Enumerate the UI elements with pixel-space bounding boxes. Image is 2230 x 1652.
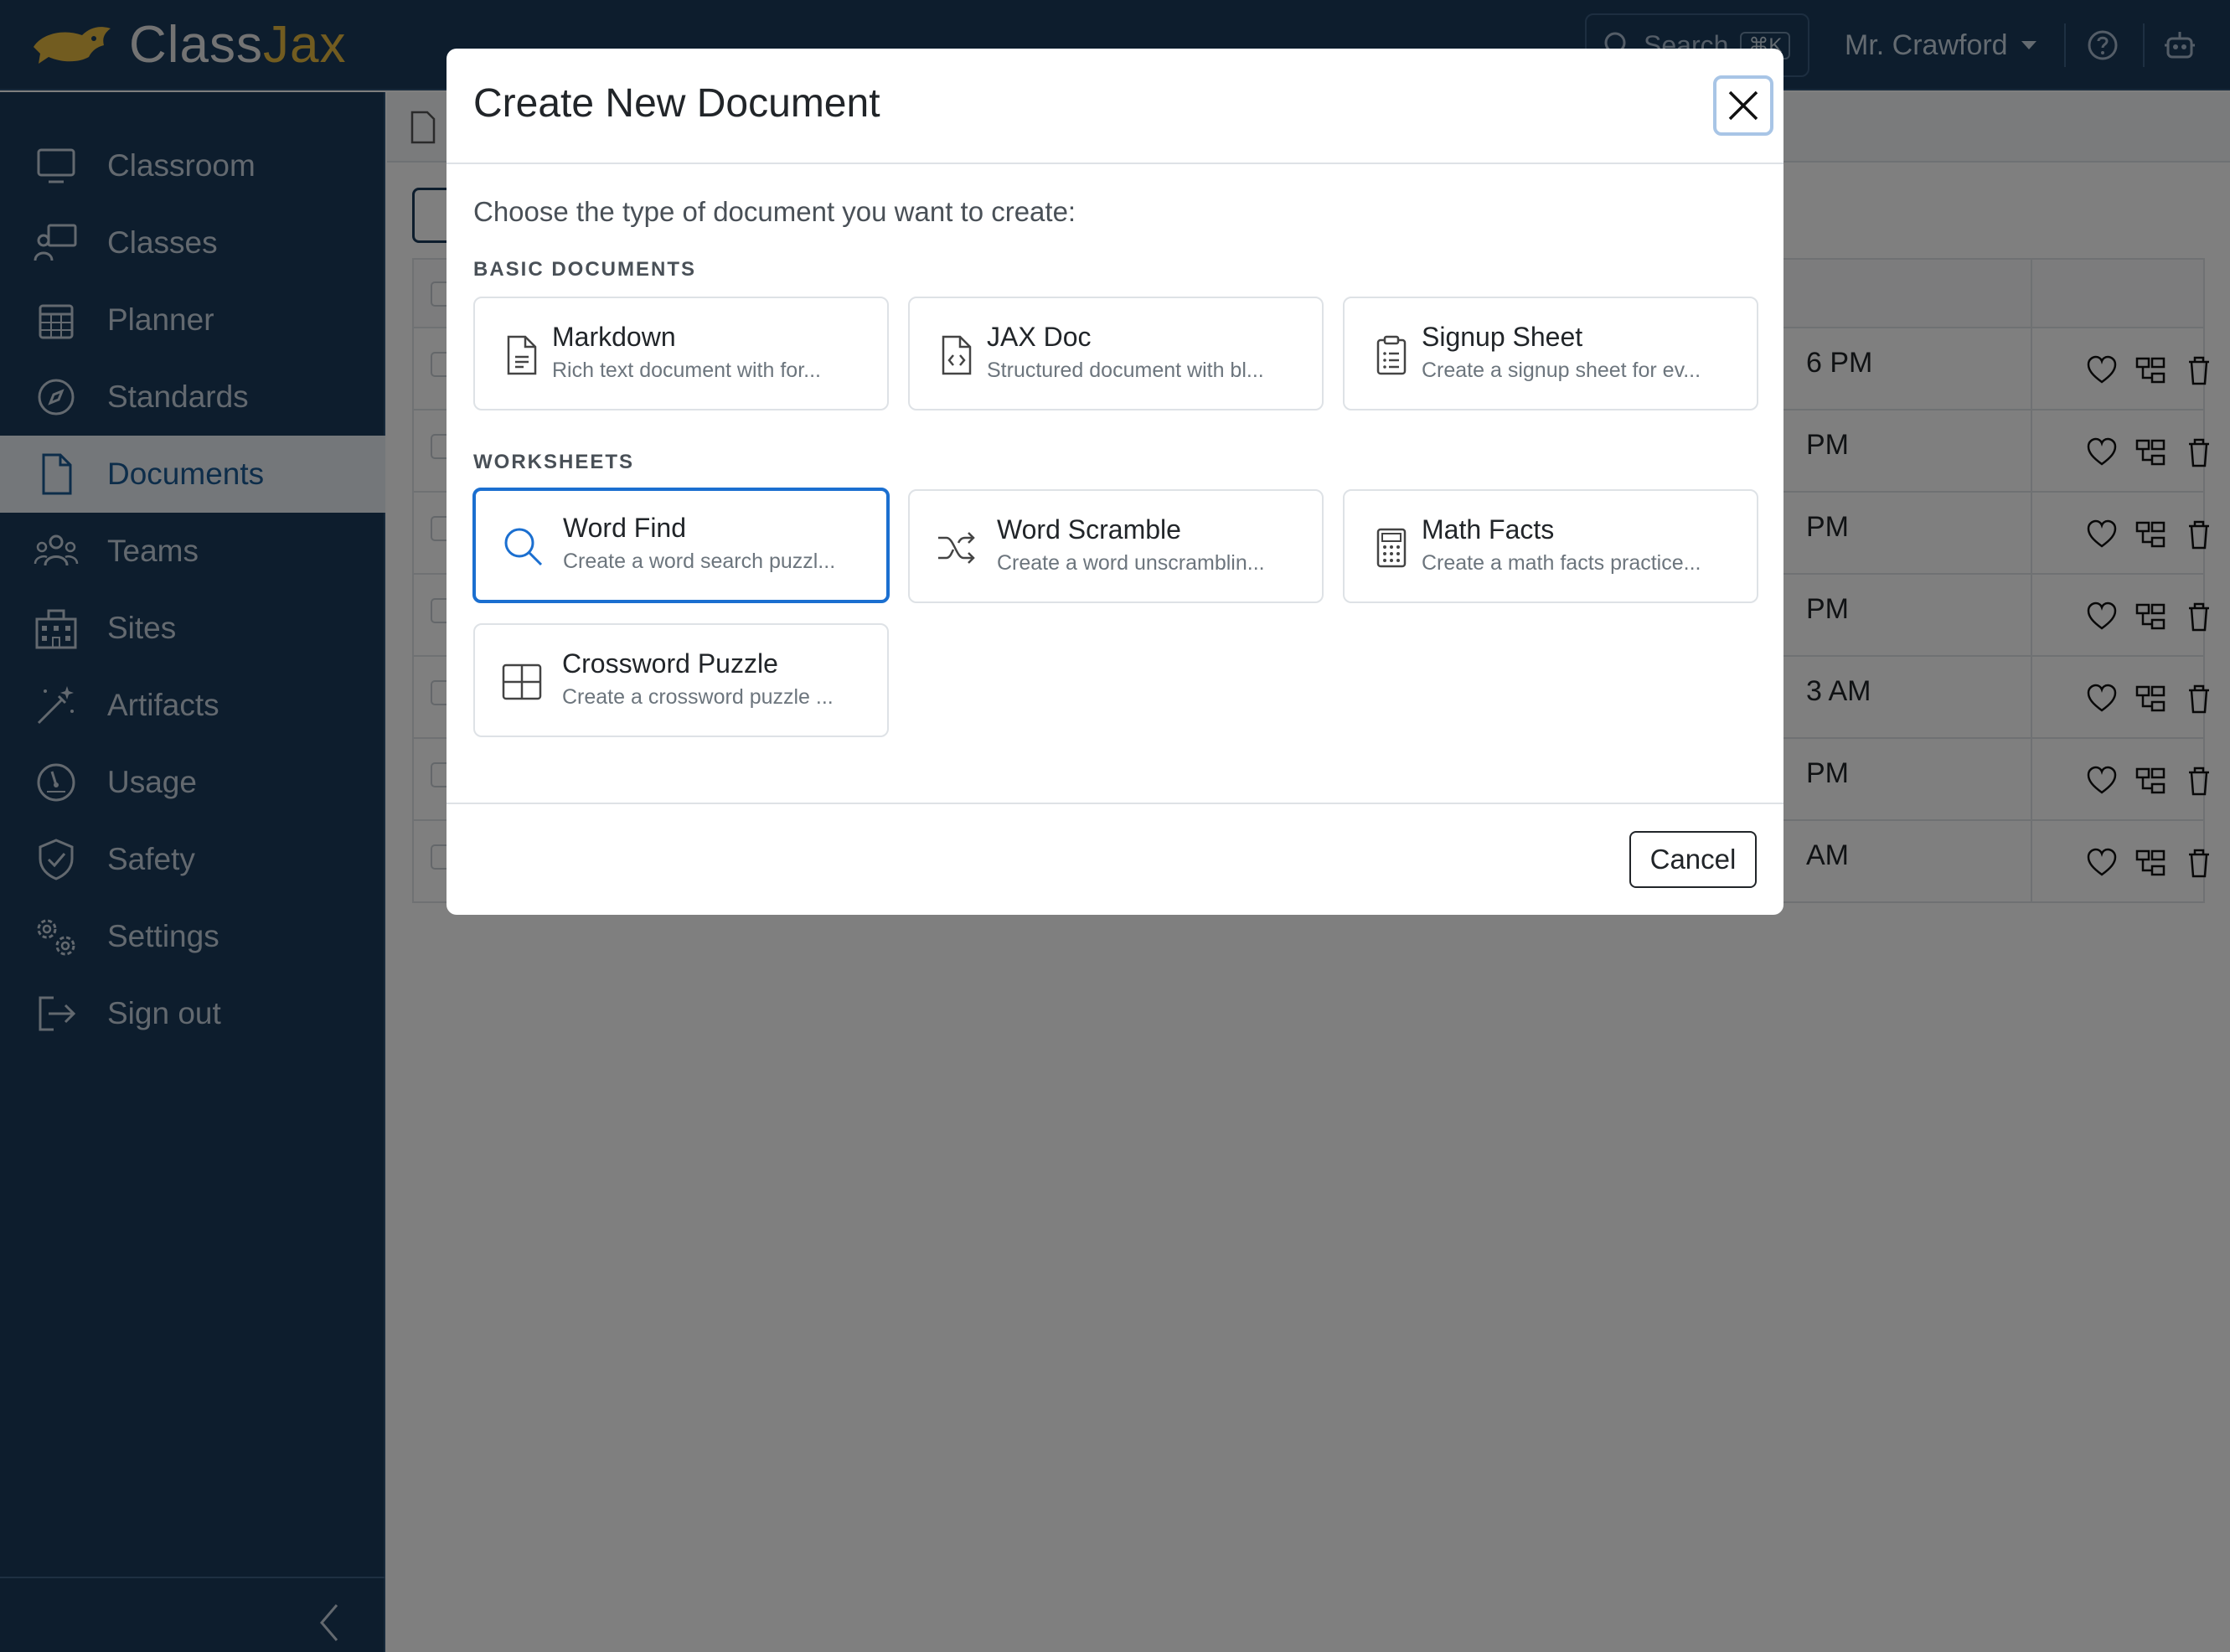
grid-icon (502, 663, 542, 700)
card-description: Create a word search puzzl... (563, 550, 836, 573)
card-math-facts[interactable]: Math Facts Create a math facts practice.… (1343, 489, 1758, 603)
card-description: Create a crossword puzzle ... (562, 685, 834, 709)
section-label-worksheets: WORKSHEETS (473, 451, 635, 473)
modal-intro-text: Choose the type of document you want to … (473, 196, 1076, 227)
card-title: Markdown (552, 322, 676, 352)
card-signup-sheet[interactable]: Signup Sheet Create a signup sheet for e… (1343, 297, 1758, 410)
card-word-find[interactable]: Word Find Create a word search puzzl... (472, 488, 890, 603)
card-title: JAX Doc (987, 322, 1092, 352)
card-title: Signup Sheet (1422, 322, 1583, 352)
card-title: Crossword Puzzle (562, 648, 778, 679)
card-word-scramble[interactable]: Word Scramble Create a word unscramblin.… (908, 489, 1324, 603)
calculator-icon (1376, 528, 1407, 568)
close-icon (1728, 90, 1758, 121)
modal-footer: Cancel (447, 803, 1783, 915)
card-jax-doc[interactable]: JAX Doc Structured document with bl... (908, 297, 1324, 410)
modal-title: Create New Document (473, 81, 880, 126)
search-icon (504, 528, 543, 566)
card-description: Create a signup sheet for ev... (1422, 359, 1701, 382)
card-crossword-puzzle[interactable]: Crossword Puzzle Create a crossword puzz… (473, 623, 889, 737)
create-document-modal: Create New Document Choose the type of d… (447, 49, 1783, 915)
section-label-basic: BASIC DOCUMENTS (473, 258, 697, 281)
file-text-icon (507, 335, 537, 375)
card-markdown[interactable]: Markdown Rich text document with for... (473, 297, 889, 410)
card-description: Create a math facts practice... (1422, 551, 1701, 575)
card-description: Structured document with bl... (987, 359, 1264, 382)
card-description: Create a word unscramblin... (997, 551, 1265, 575)
card-description: Rich text document with for... (552, 359, 821, 382)
card-title: Word Scramble (997, 514, 1181, 545)
cancel-button[interactable]: Cancel (1629, 831, 1757, 888)
clipboard-list-icon (1376, 335, 1407, 375)
modal-header: Create New Document (447, 49, 1783, 164)
card-title: Word Find (563, 513, 687, 543)
card-title: Math Facts (1422, 514, 1555, 545)
shuffle-icon (938, 532, 975, 564)
close-button[interactable] (1713, 75, 1773, 136)
file-code-icon (942, 335, 972, 375)
